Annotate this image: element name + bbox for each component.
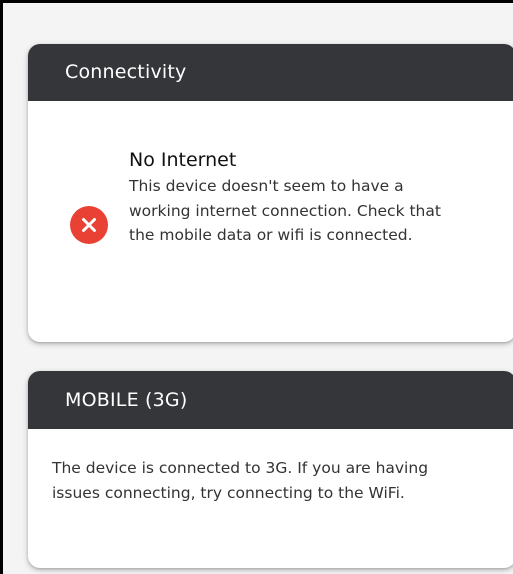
error-icon bbox=[70, 206, 108, 244]
app-frame: Connectivity No Internet This device doe… bbox=[0, 0, 513, 574]
connectivity-card-title: Connectivity bbox=[28, 44, 513, 101]
status-title: No Internet bbox=[129, 149, 237, 171]
mobile-card-title: MOBILE (3G) bbox=[28, 371, 513, 429]
mobile-card: MOBILE (3G) The device is connected to 3… bbox=[28, 371, 513, 568]
mobile-description: The device is connected to 3G. If you ar… bbox=[52, 459, 429, 502]
connectivity-card: Connectivity No Internet This device doe… bbox=[28, 44, 513, 342]
status-text-block: No Internet This device doesn't seem to … bbox=[129, 147, 469, 248]
close-x-glyph bbox=[82, 218, 96, 232]
status-description: This device doesn't seem to have a worki… bbox=[129, 177, 441, 244]
